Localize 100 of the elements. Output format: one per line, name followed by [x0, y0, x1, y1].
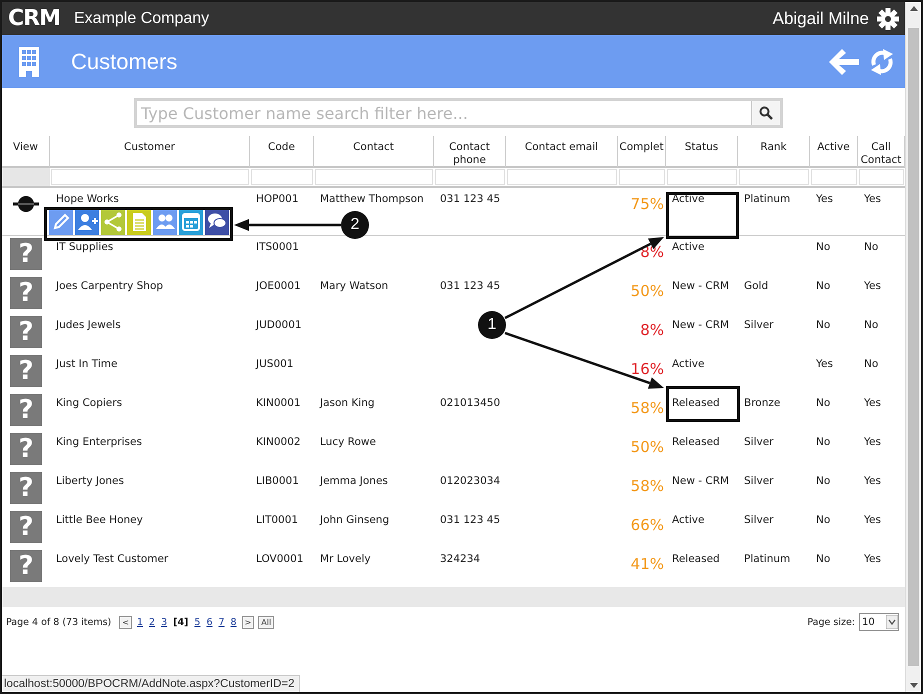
table-cell-text: King Copiers: [56, 397, 124, 409]
table-cell: LIB0001: [256, 475, 299, 487]
share-icon[interactable]: [101, 209, 125, 235]
table-cell: No: [864, 358, 878, 370]
table-cell: JOE0001: [256, 280, 301, 292]
page-link[interactable]: 5: [194, 616, 200, 628]
table-cell: KIN0001: [256, 397, 301, 409]
table-cell: Silver: [744, 514, 774, 526]
table-cell: John Ginseng: [320, 514, 390, 526]
page-title: Customers: [71, 48, 178, 74]
page-link[interactable]: 6: [206, 616, 212, 628]
filter-field[interactable]: [315, 169, 433, 185]
table-cell: Yes: [864, 514, 881, 526]
scroll-down-icon[interactable]: [910, 683, 918, 689]
table-cell: New - CRM: [672, 475, 730, 487]
previous-page-button[interactable]: <: [119, 616, 132, 628]
table-cell: No: [816, 553, 830, 565]
table-cell: Silver: [744, 436, 774, 448]
document-icon[interactable]: [127, 209, 151, 235]
placeholder-avatar: ?: [10, 277, 42, 309]
table-cell: Released: [672, 397, 720, 409]
search-icon: [759, 106, 773, 120]
next-page-button[interactable]: >: [242, 616, 254, 628]
page-link[interactable]: 8: [230, 616, 237, 628]
table-cell: ITS0001: [256, 241, 299, 253]
page-link[interactable]: 1: [136, 616, 144, 628]
page-size-label: Page size:: [807, 616, 855, 628]
percent-complete: 50%: [630, 282, 664, 300]
table-cell: HOP001: [256, 193, 299, 205]
filter-field[interactable]: [251, 169, 313, 185]
add-person-icon[interactable]: [75, 209, 99, 235]
company-name: Example Company: [74, 10, 210, 28]
page-size-select[interactable]: 10: [859, 613, 899, 631]
filter-field[interactable]: [739, 169, 809, 185]
table-cell: Yes: [864, 475, 881, 487]
filter-field[interactable]: [859, 169, 904, 185]
table-cell: Yes: [816, 193, 833, 205]
filter-field[interactable]: [51, 169, 249, 185]
search-field[interactable]: Type Customer name search filter here...: [134, 98, 783, 128]
pencil-icon[interactable]: [49, 209, 73, 235]
percent-complete: 41%: [630, 555, 664, 573]
table-cell: LOV0001: [256, 553, 304, 565]
table-cell: Active: [672, 514, 704, 526]
table-cell: Yes: [864, 436, 881, 448]
table-cell: Lucy Rowe: [320, 436, 376, 448]
logo: CRM: [8, 6, 61, 31]
calendar-icon[interactable]: [179, 209, 203, 235]
filter-field[interactable]: [619, 169, 665, 185]
status-url: localhost:50000/BPOCRM/AddNote.aspx?CustomerID=2: [2, 675, 300, 692]
table-cell: Platinum: [744, 193, 790, 205]
placeholder-avatar: ?: [10, 394, 42, 426]
scroll-up-icon[interactable]: [910, 5, 918, 11]
table-cell-text: Little Bee Honey: [56, 514, 144, 526]
pager-summary: Page 4 of 8 (73 items): [6, 616, 112, 628]
placeholder-avatar: ?: [10, 316, 42, 348]
user-name: Abigail Milne: [772, 8, 869, 28]
table-cell: Matthew Thompson: [320, 193, 424, 205]
people-icon[interactable]: [153, 209, 177, 235]
filter-field[interactable]: [811, 169, 857, 185]
percent-complete: 50%: [630, 438, 664, 456]
filter-field[interactable]: [435, 169, 505, 185]
table-cell: Silver: [744, 319, 774, 331]
settings-icon[interactable]: [877, 8, 899, 30]
placeholder-avatar: ?: [10, 550, 42, 582]
table-cell: Yes: [864, 397, 881, 409]
page-link[interactable]: 3: [161, 616, 168, 628]
placeholder-avatar: ?: [10, 355, 42, 387]
refresh-icon[interactable]: [869, 48, 895, 74]
table-cell: New - CRM: [672, 280, 730, 292]
table-cell: Mr Lovely: [320, 553, 371, 565]
table-cell: Jason King: [320, 397, 375, 409]
table-cell: JUS001: [256, 358, 294, 370]
percent-complete: 75%: [630, 195, 664, 213]
table-cell: Silver: [744, 475, 774, 487]
filter-field[interactable]: [507, 169, 617, 185]
table-cell: No: [816, 280, 830, 292]
all-pages-button[interactable]: All: [258, 616, 274, 628]
table-cell: Mary Watson: [320, 280, 388, 292]
back-arrow-icon[interactable]: [829, 48, 859, 74]
placeholder-avatar: ?: [10, 433, 42, 465]
placeholder-avatar: ?: [10, 472, 42, 504]
percent-complete: 58%: [630, 399, 664, 417]
table-cell-text: Liberty Jones: [56, 475, 125, 487]
table-cell: 324234: [440, 553, 480, 565]
table-cell: Jemma Jones: [320, 475, 388, 487]
table-cell: No: [816, 475, 830, 487]
table-cell: New - CRM: [672, 319, 730, 331]
page-link[interactable]: 7: [218, 616, 225, 628]
page-link[interactable]: [4]: [173, 616, 188, 628]
table-cell: Yes: [864, 553, 881, 565]
table-cell: No: [864, 241, 878, 253]
chat-icon[interactable]: [205, 209, 229, 235]
scrollbar[interactable]: [908, 28, 919, 666]
search-button[interactable]: [752, 101, 780, 125]
table-cell: No: [816, 241, 830, 253]
page-link[interactable]: 2: [149, 616, 156, 628]
filter-field[interactable]: [667, 169, 737, 185]
percent-complete: 58%: [630, 477, 664, 495]
table-cell: Released: [672, 436, 720, 448]
percent-complete: 16%: [630, 360, 664, 378]
